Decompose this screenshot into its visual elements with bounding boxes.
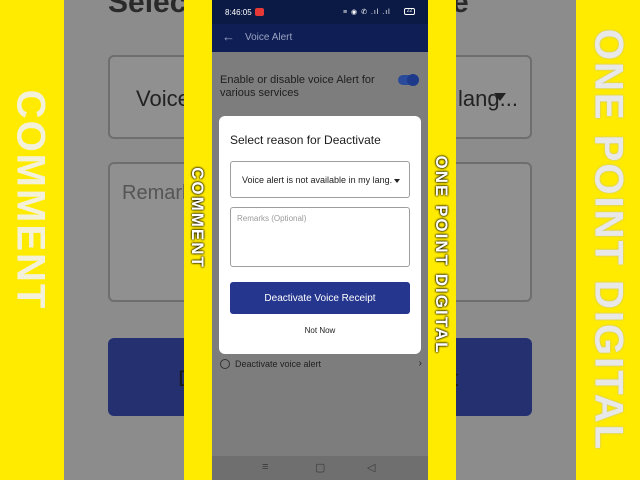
dialog-title: Select reason for Deactivate xyxy=(230,133,381,147)
watermark-text-small-right: ONE POINT DIGITAL xyxy=(432,155,451,355)
menu-icon[interactable]: ≡ xyxy=(262,461,268,473)
deactivate-dialog: Select reason for Deactivate Voice alert… xyxy=(219,116,421,354)
app-bar-title: Voice Alert xyxy=(245,32,293,43)
clock-icon xyxy=(220,359,230,369)
chevron-right-icon: › xyxy=(418,358,422,369)
deactivate-voice-receipt-button[interactable]: Deactivate Voice Receipt xyxy=(230,282,410,314)
deactivate-row-label: Deactivate voice alert xyxy=(235,359,322,369)
watermark-text-big-left: COMMENT xyxy=(8,89,53,311)
remarks-input[interactable] xyxy=(230,207,410,267)
backdrop-title-left: Selec xyxy=(108,0,187,19)
nav-bar: ≡ ▢ ◁ xyxy=(212,456,428,480)
enable-description: Enable or disable voice Alert for variou… xyxy=(220,74,375,99)
status-icons: ≡ ◉ ✆ .ıl .ıl xyxy=(343,9,391,16)
arrow-left-icon[interactable]: ← xyxy=(222,29,235,44)
backdrop-voice-text: Voice xyxy=(136,86,190,111)
status-bar: 8:46:05 ≡ ◉ ✆ .ıl .ıl 22 xyxy=(212,0,428,24)
record-icon xyxy=(255,8,264,16)
status-time: 8:46:05 xyxy=(225,8,252,17)
voice-alert-toggle[interactable] xyxy=(398,74,419,86)
toggle-knob xyxy=(407,74,419,86)
home-icon[interactable]: ▢ xyxy=(315,461,325,474)
not-now-button[interactable]: Not Now xyxy=(219,323,421,337)
caret-down-icon xyxy=(394,179,400,183)
backdrop-remarks-text: Remark xyxy=(122,182,193,204)
deactivate-voice-alert-row[interactable]: Deactivate voice alert › xyxy=(220,358,424,372)
reason-select[interactable]: Voice alert is not available in my lang.… xyxy=(230,161,410,198)
watermark-text-big-right: ONE POINT DIGITAL xyxy=(586,28,631,452)
backdrop-lang-text: lang... xyxy=(458,86,518,111)
backdrop-caret-down-icon xyxy=(494,93,506,101)
battery-icon: 22 xyxy=(404,8,415,15)
back-icon[interactable]: ◁ xyxy=(367,461,375,474)
reason-selected-value: Voice alert is not available in my lang.… xyxy=(242,175,392,185)
app-bar: ← Voice Alert xyxy=(212,24,428,52)
watermark-text-small-left: COMMENT xyxy=(188,167,207,269)
